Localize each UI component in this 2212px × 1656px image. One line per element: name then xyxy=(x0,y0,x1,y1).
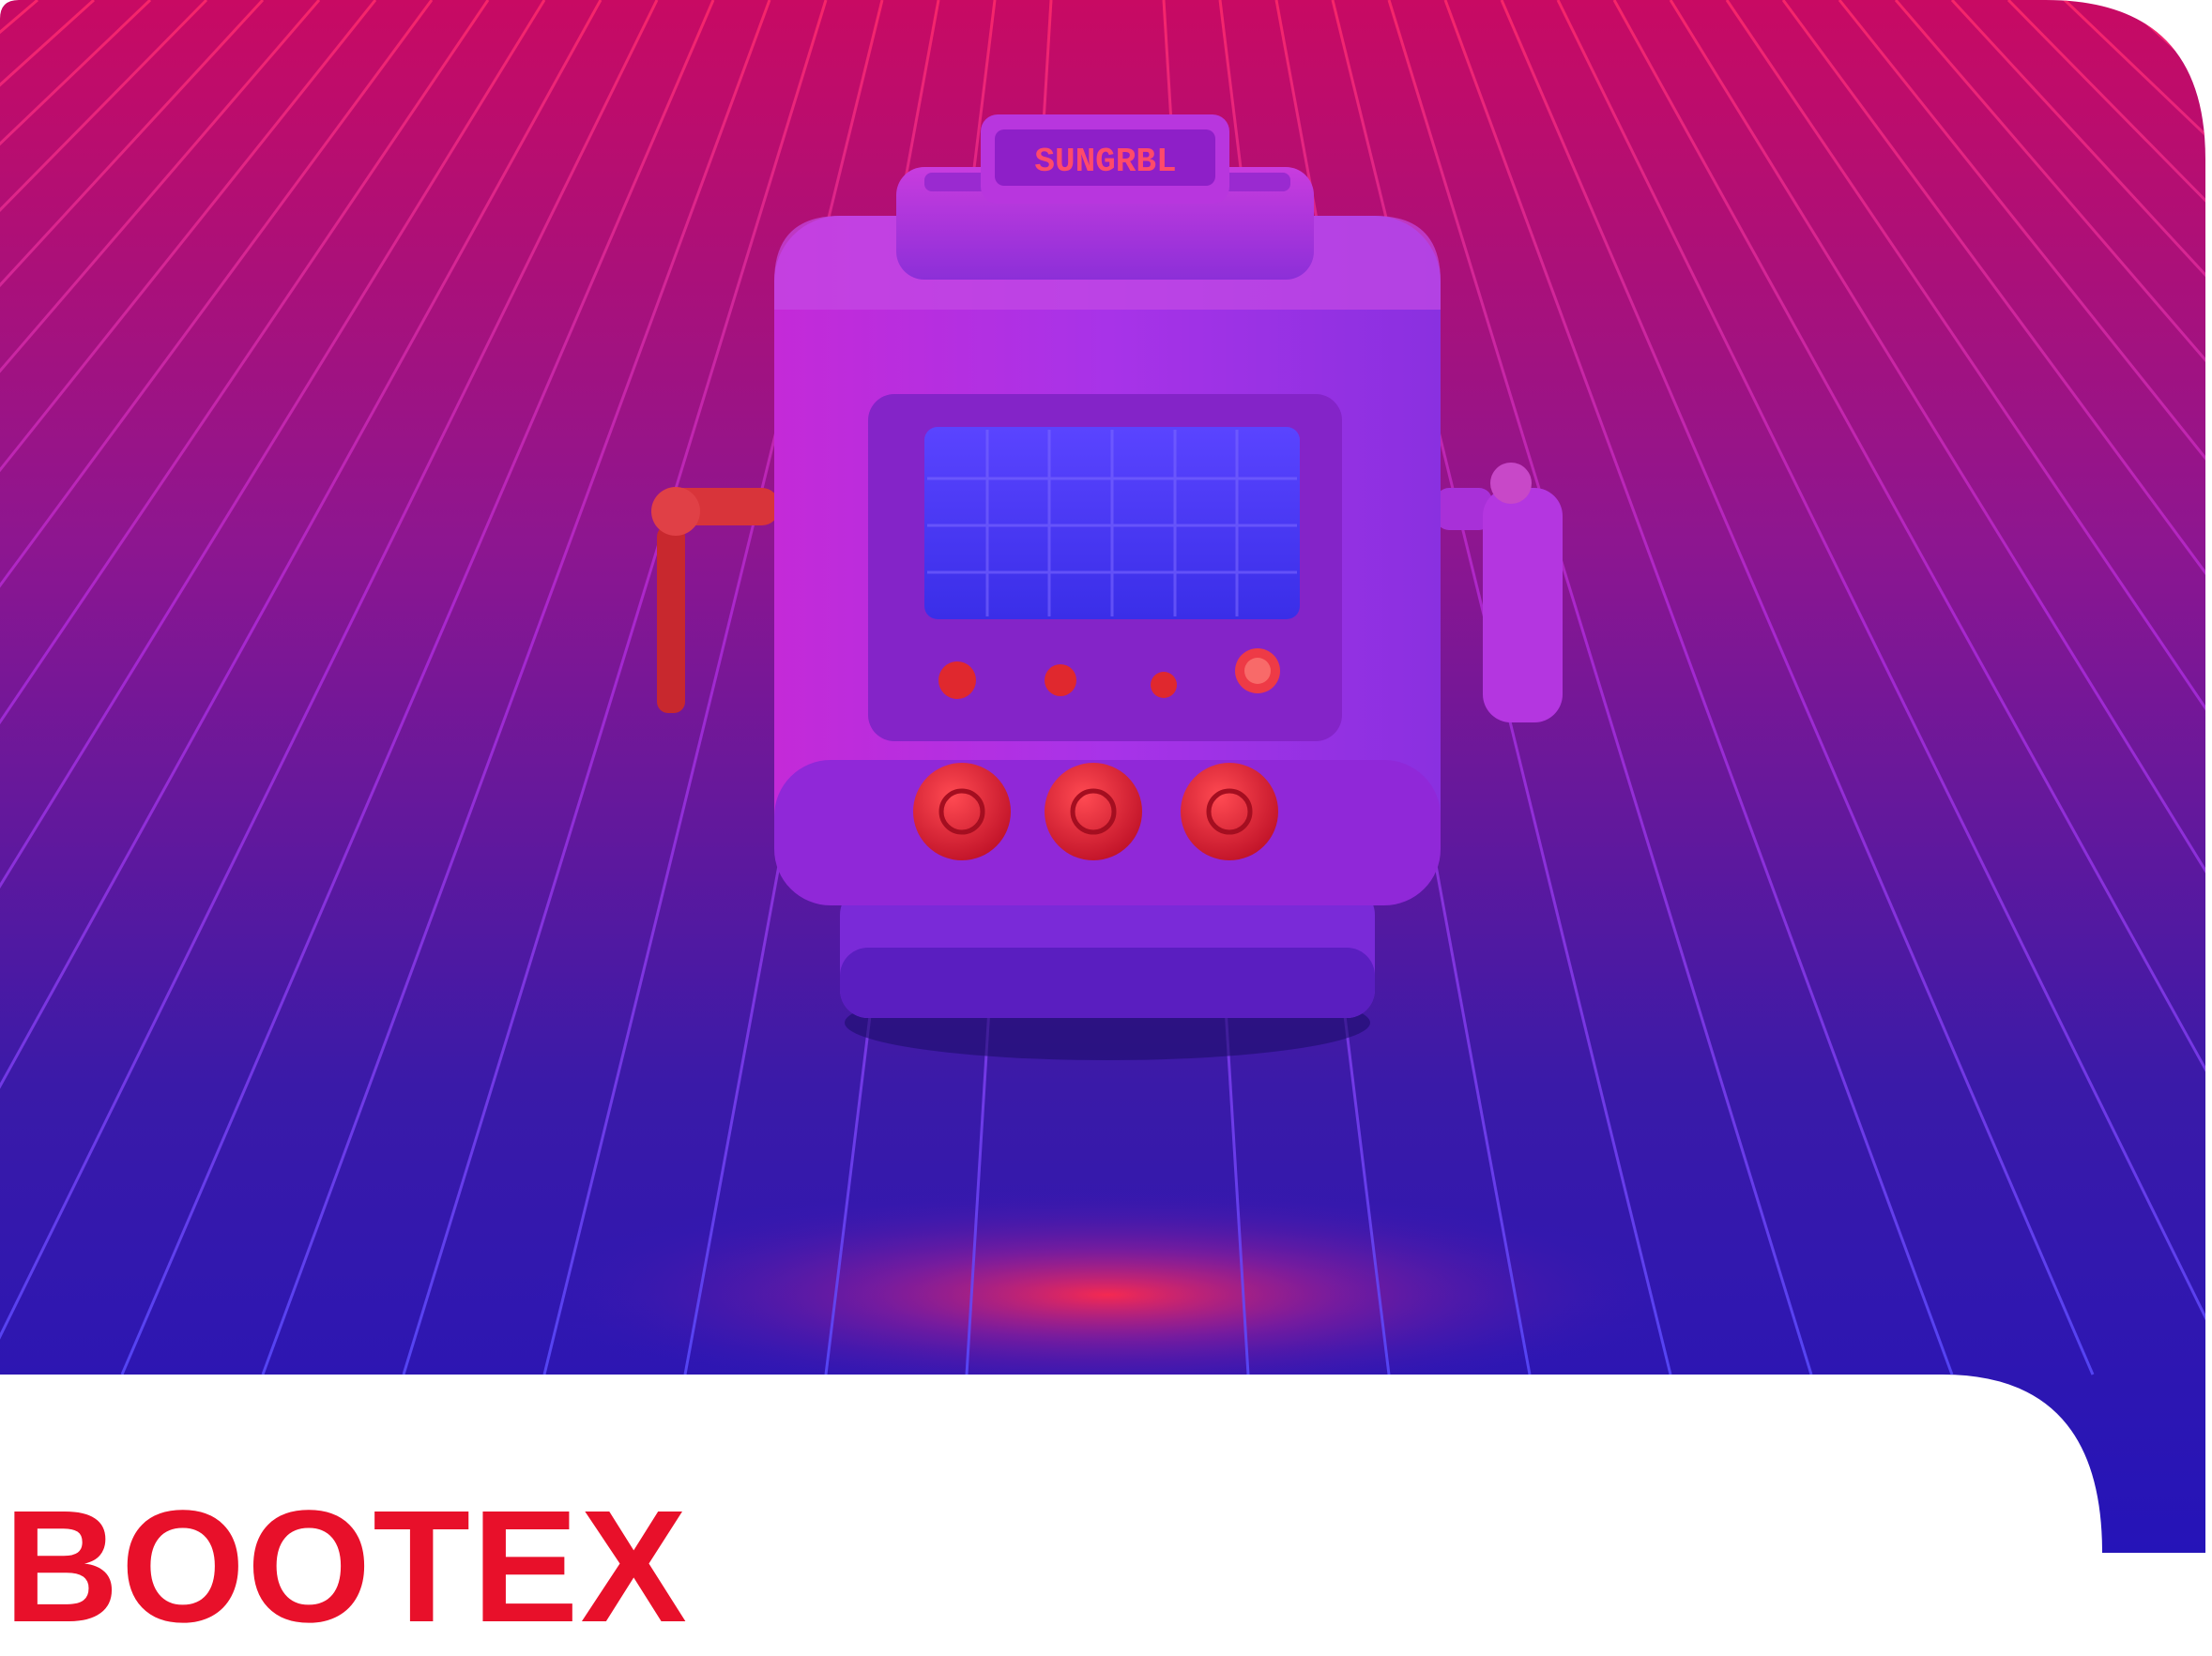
machine-sign-text: SUNGRBL xyxy=(1034,143,1176,181)
brand-title: BOOTEX xyxy=(4,1478,689,1656)
hero-artwork: SUNGRBL xyxy=(0,0,2205,1553)
knob-icon xyxy=(913,763,1278,860)
